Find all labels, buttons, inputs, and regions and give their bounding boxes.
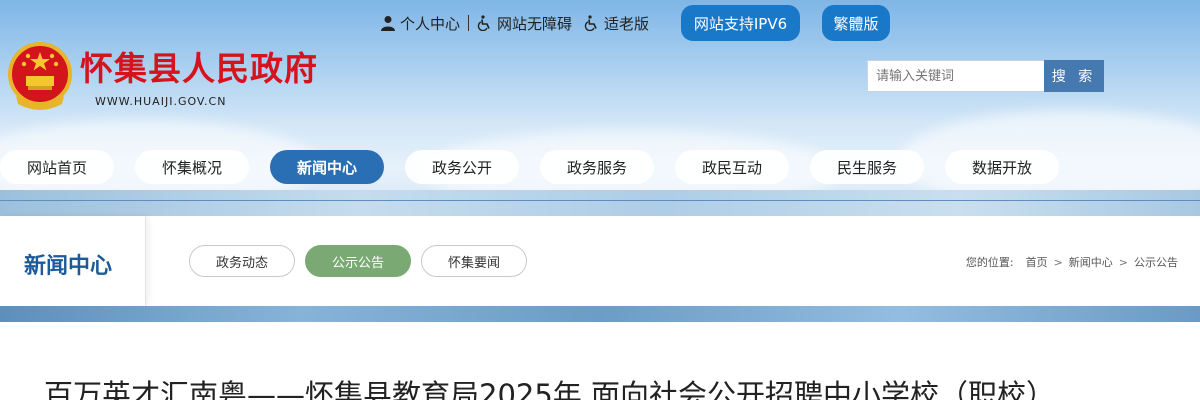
nav-item-gov-affairs[interactable]: 政务公开: [405, 150, 519, 184]
tab-announcements[interactable]: 公示公告: [305, 245, 411, 277]
user-icon: [381, 16, 395, 31]
nav-item-home[interactable]: 网站首页: [0, 150, 114, 184]
nav-item-open-data[interactable]: 数据开放: [945, 150, 1059, 184]
divider: [468, 15, 470, 31]
section-title: 新闻中心: [24, 254, 113, 279]
article-title: 百万英才汇南粤——怀集县教育局2025年 面向社会公开招聘中小学校（职校）: [44, 378, 1056, 400]
site-url: WWW.HUAIJI.GOV.CN: [95, 95, 227, 108]
breadcrumb: 您的位置: 首页 > 新闻中心 > 公示公告: [960, 254, 1178, 270]
nav-item-interaction[interactable]: 政民互动: [675, 150, 789, 184]
accessibility-link[interactable]: 网站无障碍: [477, 13, 572, 34]
breadcrumb-home[interactable]: 首页: [1026, 254, 1048, 270]
wheelchair-icon: [477, 15, 490, 31]
section-title-box: 新闻中心: [0, 216, 146, 306]
breadcrumb-separator: >: [1053, 255, 1063, 269]
search-button[interactable]: 搜 索: [1044, 60, 1104, 92]
nav-divider: [0, 200, 1200, 201]
site-name[interactable]: 怀集县人民政府: [80, 42, 318, 90]
top-links-bar: 个人中心 网站无障碍 适老版: [380, 6, 657, 40]
nav-item-livelihood[interactable]: 民生服务: [810, 150, 924, 184]
traditional-chinese-button[interactable]: 繁體版: [822, 5, 890, 41]
breadcrumb-label: 您的位置:: [965, 256, 1014, 269]
breadcrumb-separator: >: [1118, 255, 1128, 269]
landscape-band: [0, 190, 1200, 216]
nav-item-overview[interactable]: 怀集概况: [135, 150, 249, 184]
nav-item-gov-services[interactable]: 政务服务: [540, 150, 654, 184]
landscape-band-lower: [0, 306, 1200, 322]
accessibility-label: 网站无障碍: [497, 14, 573, 33]
elderly-mode-link[interactable]: 适老版: [584, 13, 649, 34]
elderly-mode-label: 适老版: [604, 14, 650, 33]
nav-item-news[interactable]: 新闻中心: [270, 150, 384, 184]
personal-center-label: 个人中心: [400, 14, 461, 33]
tab-huaiji-news[interactable]: 怀集要闻: [421, 245, 527, 277]
breadcrumb-news[interactable]: 新闻中心: [1069, 254, 1113, 270]
personal-center-link[interactable]: 个人中心: [380, 13, 460, 34]
wheelchair-icon: [584, 15, 597, 31]
tab-gov-dynamics[interactable]: 政务动态: [189, 245, 295, 277]
national-emblem-icon[interactable]: [6, 40, 74, 112]
breadcrumb-announcements[interactable]: 公示公告: [1134, 254, 1178, 270]
search-input[interactable]: [867, 60, 1045, 92]
ipv6-button[interactable]: 网站支持IPV6: [681, 5, 800, 41]
section-header: 新闻中心 政务动态 公示公告 怀集要闻 您的位置: 首页 > 新闻中心 > 公示…: [0, 216, 1200, 306]
